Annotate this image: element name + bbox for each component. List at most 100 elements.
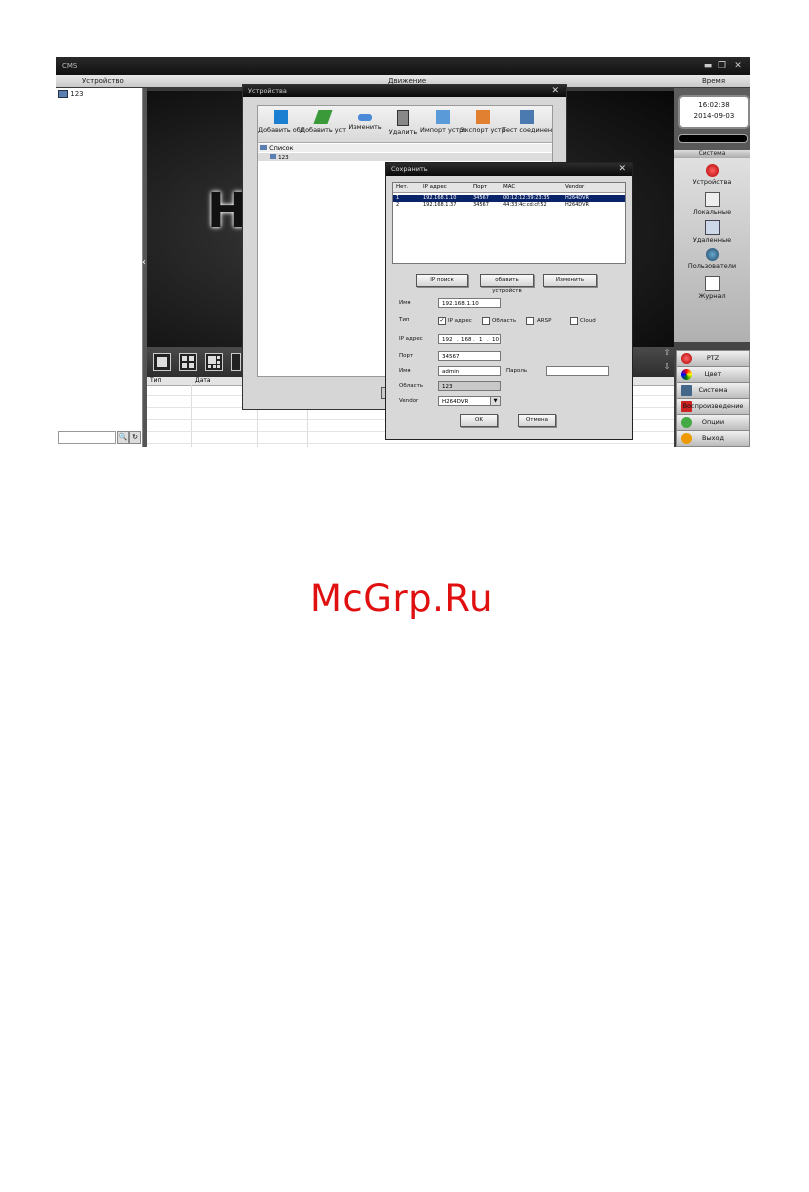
menu-device[interactable]: Устройство xyxy=(82,75,124,87)
close-icon[interactable]: ✕ xyxy=(618,163,626,176)
add-area-icon xyxy=(274,110,288,124)
password-label: Пароль xyxy=(506,368,528,374)
search-icon[interactable]: 🔍 xyxy=(117,431,129,444)
sys-item-remote[interactable]: Удаленные xyxy=(674,220,750,244)
device-icon xyxy=(58,90,68,98)
ip-dot: . xyxy=(473,337,475,343)
log-col-date: Дата xyxy=(195,377,211,384)
col-ip: IP адрес xyxy=(423,184,447,190)
tree-child-label: 123 xyxy=(278,155,289,161)
clock-display: 16:02:38 2014-09-03 xyxy=(678,95,750,129)
area-field: 123 xyxy=(438,381,501,391)
exit-button[interactable]: Выход xyxy=(676,430,750,447)
import-icon xyxy=(436,110,450,124)
export-icon xyxy=(476,110,490,124)
ip-octet: 1 xyxy=(479,337,483,343)
sys-item-log[interactable]: Журнал xyxy=(674,276,750,300)
col-no: Нет. xyxy=(396,184,409,190)
device-tree-panel: 123 🔍 ↻ xyxy=(56,88,143,447)
port-label: Порт xyxy=(399,353,414,359)
ip-dot: . xyxy=(457,337,459,343)
tree-root[interactable]: Список xyxy=(258,144,552,152)
area-label: Область xyxy=(399,383,424,389)
ip-row[interactable]: 1 192.168.1.10 34567 00:12:12:39:23:35 H… xyxy=(393,195,625,202)
sys-item-label: Удаленные xyxy=(692,236,732,244)
layout-more-icon[interactable] xyxy=(231,353,241,371)
tree-root-label: Список xyxy=(269,144,294,152)
add-area-button[interactable]: Добавить обл xyxy=(258,110,304,134)
refresh-icon[interactable]: ↻ xyxy=(129,431,141,444)
sys-item-label: Локальные xyxy=(692,208,732,216)
menu-time[interactable]: Время xyxy=(702,75,725,87)
app-title: CMS xyxy=(62,62,78,70)
tree-item[interactable]: 123 xyxy=(58,90,84,98)
ip-list-header: Нет. IP адрес Порт MAC Vendor xyxy=(393,183,625,193)
sys-item-local[interactable]: Локальные xyxy=(674,192,750,216)
ptz-button[interactable]: PTZ xyxy=(676,350,750,367)
sys-item-devices[interactable]: Устройства xyxy=(674,164,750,186)
export-button[interactable]: Экспорт устр xyxy=(460,110,506,134)
local-settings-icon xyxy=(704,192,720,207)
chevron-down-icon[interactable]: ▼ xyxy=(490,397,500,405)
ok-button[interactable]: OK xyxy=(460,414,498,427)
close-icon[interactable]: ✕ xyxy=(551,85,559,97)
layout-4-icon[interactable] xyxy=(179,353,197,371)
ip-dot: . xyxy=(487,337,489,343)
collapse-arrow-icon[interactable]: ‹ xyxy=(142,257,146,268)
remote-settings-icon xyxy=(704,220,720,235)
sys-item-label: Устройства xyxy=(692,178,732,186)
ip-search-button[interactable]: IP поиск xyxy=(416,274,468,287)
vendor-select[interactable]: H264DVR ▼ xyxy=(438,396,501,406)
tree-item-label: 123 xyxy=(70,90,84,98)
name-field[interactable]: 192.168.1.10 xyxy=(438,298,501,308)
layout-1-icon[interactable] xyxy=(153,353,171,371)
devices-dialog-title: Устройства xyxy=(248,87,287,95)
col-port: Порт xyxy=(473,184,488,190)
type-arsp-label: ARSP xyxy=(537,318,552,324)
ip-octet: 192 xyxy=(442,337,453,343)
add-device-button[interactable]: Добавить устр xyxy=(300,110,346,134)
options-button[interactable]: Опции xyxy=(676,414,750,431)
users-icon xyxy=(705,248,719,261)
sys-item-label: Пользователи xyxy=(687,262,737,270)
search-input[interactable] xyxy=(58,431,116,444)
trash-icon xyxy=(397,110,409,126)
col-mac: MAC xyxy=(503,184,516,190)
restore-icon[interactable]: ❐ xyxy=(716,60,728,72)
grid-line xyxy=(147,443,674,444)
sys-item-users[interactable]: Пользователи xyxy=(674,248,750,270)
type-ip-checkbox[interactable]: ✓ xyxy=(438,317,446,325)
type-cloud-checkbox[interactable] xyxy=(570,317,578,325)
type-ip-label: IP адрес xyxy=(448,318,472,324)
type-arsp-checkbox[interactable] xyxy=(526,317,534,325)
name-label: Имя xyxy=(399,300,411,306)
password-field[interactable] xyxy=(546,366,609,376)
system-button[interactable]: Система xyxy=(676,382,750,399)
ip-address-field[interactable]: 192 . 168 . 1 . 10 xyxy=(438,334,501,344)
test-connection-button[interactable]: Тест соединени xyxy=(502,110,552,134)
scroll-arrows-icon[interactable]: ⇧ ⇩ xyxy=(660,346,674,374)
save-dialog-title: Сохранить xyxy=(391,165,428,173)
username-field[interactable]: admin xyxy=(438,366,501,376)
minimize-icon[interactable]: ▬ xyxy=(702,60,714,72)
playback-button[interactable]: Воспроизведение xyxy=(676,398,750,415)
add-device-button[interactable]: обавить устройств xyxy=(480,274,534,294)
watermark: McGrp.Ru xyxy=(310,577,493,620)
port-field[interactable]: 34567 xyxy=(438,351,501,361)
vendor-label: Vendor xyxy=(399,398,419,404)
ip-label: IP адрес xyxy=(399,336,423,342)
type-area-checkbox[interactable] xyxy=(482,317,490,325)
list-icon xyxy=(260,145,267,150)
journal-icon xyxy=(704,276,720,291)
ip-search-list: Нет. IP адрес Порт MAC Vendor 1 192.168.… xyxy=(392,182,626,264)
save-dialog-titlebar: Сохранить ✕ xyxy=(386,163,632,176)
ip-row[interactable]: 2 192.168.1.37 34567 44:33:4c:cd:cf:52 H… xyxy=(393,202,625,209)
device-list-tree: Список 123 xyxy=(258,142,552,162)
layout-6-icon[interactable] xyxy=(205,353,223,371)
cancel-button[interactable]: Отмена xyxy=(518,414,556,427)
color-button[interactable]: Цвет xyxy=(676,366,750,383)
save-dialog: Сохранить ✕ Нет. IP адрес Порт MAC Vendo… xyxy=(385,162,633,440)
close-icon[interactable]: ✕ xyxy=(732,60,744,72)
edit-button[interactable]: Изменить xyxy=(543,274,597,287)
tree-child[interactable]: 123 xyxy=(258,153,552,161)
